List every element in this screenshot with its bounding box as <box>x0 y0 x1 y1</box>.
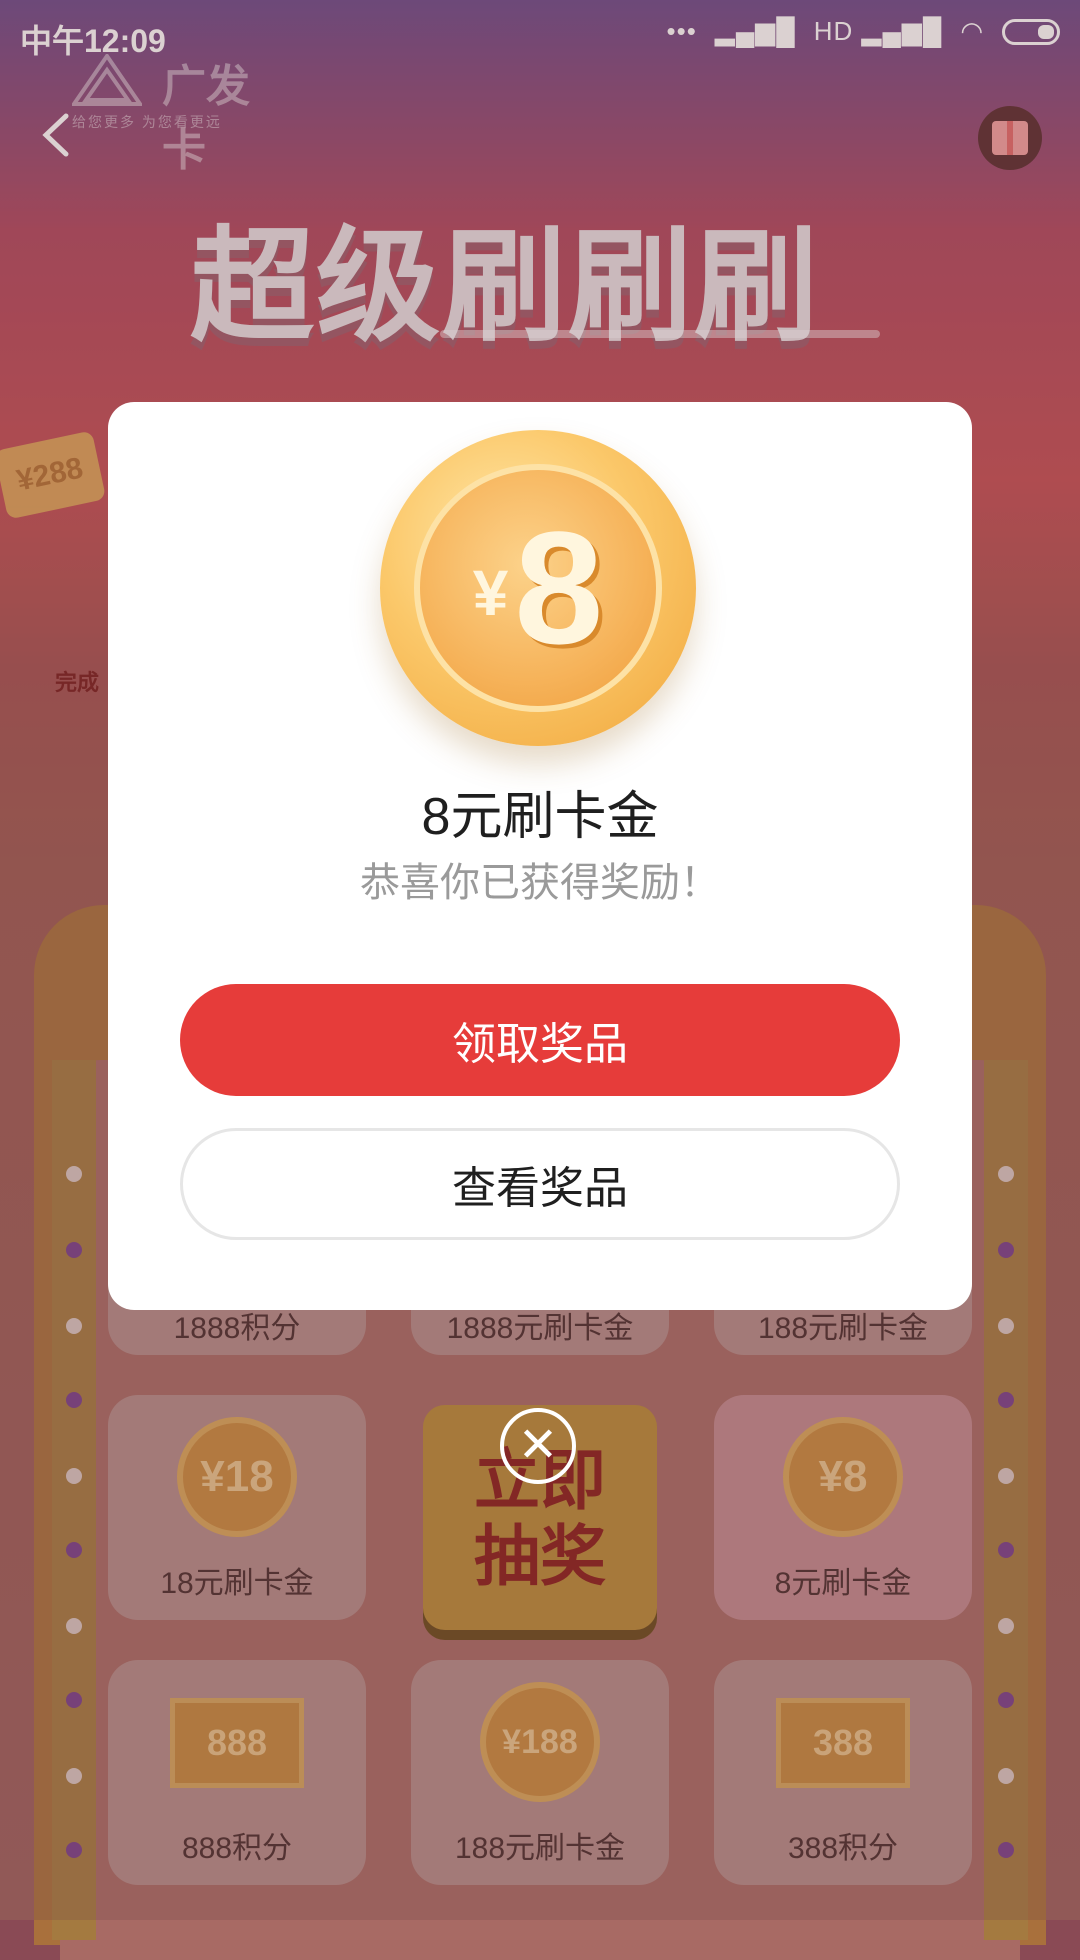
reward-modal: ¥ 8 8元刷卡金 恭喜你已获得奖励！ 领取奖品 查看奖品 <box>108 402 972 1310</box>
view-prize-button[interactable]: 查看奖品 <box>180 1128 900 1240</box>
coin-currency: ¥ <box>472 557 509 629</box>
reward-coin-face: ¥ 8 <box>414 464 662 712</box>
coin-amount: 8 <box>514 498 604 677</box>
reward-subtitle: 恭喜你已获得奖励！ <box>360 861 720 905</box>
reward-title: 8元刷卡金 <box>421 788 659 846</box>
reward-coin-icon: ¥ 8 <box>380 430 696 746</box>
close-modal-button[interactable]: ✕ <box>500 1408 576 1484</box>
close-icon: ✕ <box>517 1419 559 1472</box>
claim-prize-button[interactable]: 领取奖品 <box>180 984 900 1096</box>
